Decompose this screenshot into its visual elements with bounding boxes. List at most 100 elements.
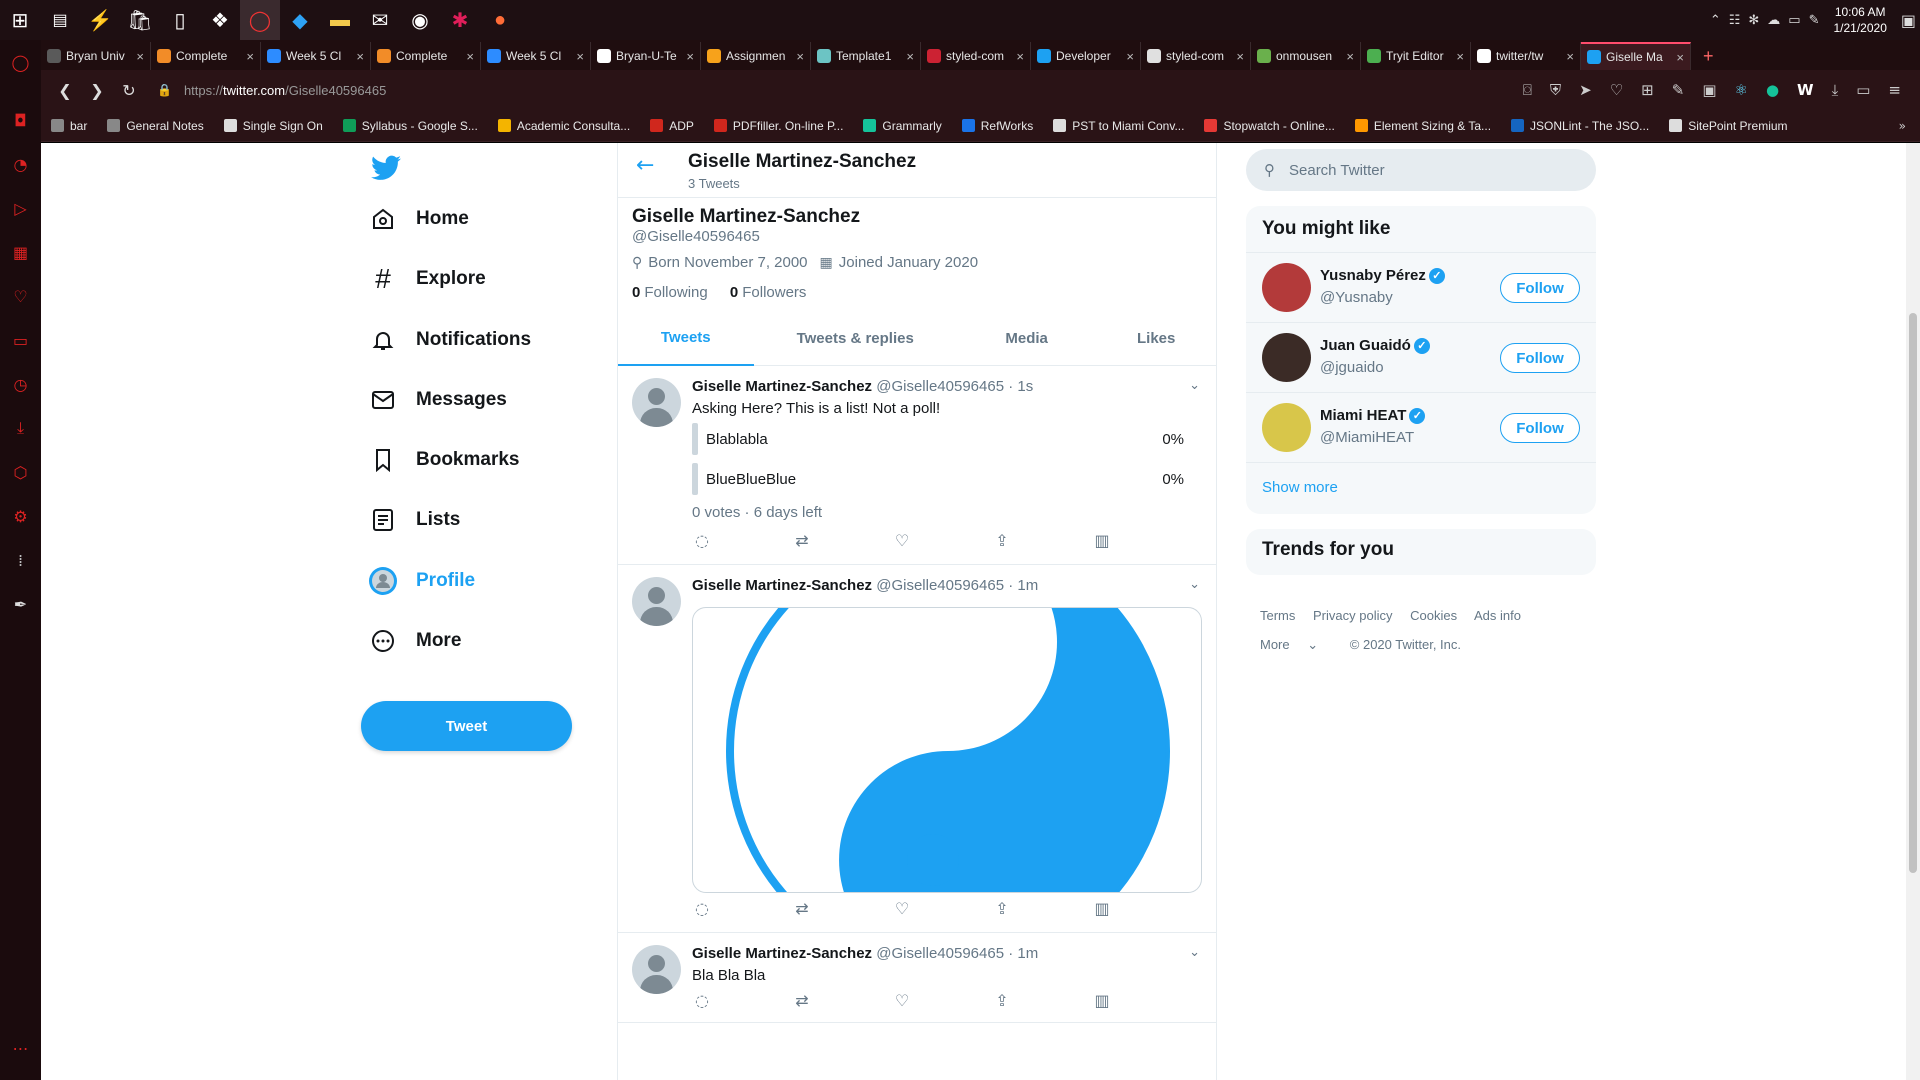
avatar[interactable] <box>632 378 681 427</box>
bookmarks-overflow-icon[interactable]: » <box>1899 119 1906 133</box>
share-icon[interactable]: ⇪ <box>992 531 1012 550</box>
analytics-icon[interactable]: ▥ <box>1092 991 1112 1010</box>
browser-tab[interactable]: Complete × <box>151 42 261 70</box>
tweet-time[interactable]: 1m <box>1017 577 1038 594</box>
retweet-icon[interactable]: ⇄ <box>792 899 812 918</box>
followers-link[interactable]: 0 Followers <box>730 284 807 301</box>
new-tab-icon[interactable]: + <box>1691 42 1726 70</box>
tweet-image[interactable] <box>692 607 1202 893</box>
reply-icon[interactable]: ◌ <box>692 531 712 550</box>
tweet-button[interactable]: Tweet <box>361 701 572 751</box>
poll-option[interactable]: BlueBlueBlue 0% <box>692 463 1194 495</box>
chevron-down-icon[interactable]: ⌄ <box>1189 577 1200 592</box>
tab-likes[interactable]: Likes <box>1096 310 1216 366</box>
bookmark-item[interactable]: SitePoint Premium <box>1669 119 1788 133</box>
slack-icon[interactable]: ✱ <box>440 0 480 40</box>
tweet-author[interactable]: Giselle Martinez-Sanchez <box>692 378 872 395</box>
scrollbar-thumb[interactable] <box>1909 313 1917 873</box>
tab-close-icon[interactable]: × <box>1346 49 1354 64</box>
nav-profile[interactable]: Profile <box>368 557 475 605</box>
avatar[interactable] <box>1262 403 1311 452</box>
browser-tab[interactable]: twitter/tw × <box>1471 42 1581 70</box>
footer-terms[interactable]: Terms <box>1260 608 1295 623</box>
postman-icon[interactable]: ● <box>480 0 520 40</box>
messenger-icon[interactable]: ▭ <box>0 318 41 362</box>
chevron-down-icon[interactable]: ⌄ <box>1189 945 1200 960</box>
mail-icon[interactable]: ✉ <box>360 0 400 40</box>
chevron-down-icon[interactable]: ⌄ <box>1189 378 1200 393</box>
sidebar-setup-icon[interactable]: ⁞ <box>0 538 41 582</box>
history-icon[interactable]: ◷ <box>0 362 41 406</box>
poll-option[interactable]: Blablabla 0% <box>692 423 1194 455</box>
apps-icon[interactable]: ▦ <box>0 230 41 274</box>
bookmark-item[interactable]: JSONLint - The JSO... <box>1511 119 1649 133</box>
bookmark-item[interactable]: Element Sizing & Ta... <box>1354 119 1491 133</box>
tab-media[interactable]: Media <box>957 310 1097 366</box>
nav-notifications[interactable]: Notifications <box>368 316 531 364</box>
search-input[interactable]: Search Twitter <box>1289 162 1385 179</box>
tab-close-icon[interactable]: × <box>796 49 804 64</box>
tab-close-icon[interactable]: × <box>1676 50 1684 65</box>
suggestion-name[interactable]: Miami HEAT ✓ <box>1320 407 1426 425</box>
show-more-link[interactable]: Show more <box>1246 462 1596 514</box>
analytics-icon[interactable]: ▥ <box>1092 531 1112 550</box>
suggestion-item[interactable]: Miami HEAT ✓ @MiamiHEAT Follow <box>1246 392 1596 462</box>
follow-button[interactable]: Follow <box>1500 413 1580 443</box>
tweet-item[interactable]: Giselle Martinez-Sanchez @Giselle4059646… <box>618 933 1216 1023</box>
avatar[interactable] <box>1262 263 1311 312</box>
bookmark-item[interactable]: General Notes <box>107 119 204 133</box>
opera-menu-icon[interactable]: ◯ <box>0 40 41 84</box>
tab-close-icon[interactable]: × <box>1456 49 1464 64</box>
vpn-icon[interactable]: ✎ <box>1672 81 1685 99</box>
extension-puzzle-icon[interactable]: ⊞ <box>1641 81 1654 99</box>
speed-dial-icon[interactable]: ◔ <box>0 142 41 186</box>
browser-tab[interactable]: onmousen × <box>1251 42 1361 70</box>
favorites-icon[interactable]: ♡ <box>0 274 41 318</box>
nav-bookmarks[interactable]: Bookmarks <box>368 436 520 484</box>
retweet-icon[interactable]: ⇄ <box>792 531 812 550</box>
like-icon[interactable]: ♡ <box>892 991 912 1010</box>
suggestion-item[interactable]: Yusnaby Pérez ✓ @Yusnaby Follow <box>1246 252 1596 322</box>
nav-explore[interactable]: # Explore <box>368 255 486 303</box>
footer-ads-info[interactable]: Ads info <box>1474 608 1521 623</box>
file-icon[interactable]: ▯ <box>160 0 200 40</box>
browser-tab[interactable]: Week 5 Cl × <box>481 42 591 70</box>
bookmark-item[interactable]: bar <box>51 119 87 133</box>
reload-icon[interactable]: ↻ <box>113 81 145 100</box>
avatar[interactable] <box>632 577 681 626</box>
gamepad-icon[interactable]: ◘ <box>0 98 41 142</box>
settings-icon[interactable]: ✻ <box>1748 13 1759 28</box>
tab-close-icon[interactable]: × <box>1566 49 1574 64</box>
suggestion-item[interactable]: Juan Guaidó ✓ @jguaido Follow <box>1246 322 1596 392</box>
send-icon[interactable]: ➤ <box>1579 81 1592 99</box>
camera-icon[interactable]: ⌼ <box>1523 81 1532 99</box>
windows-start-icon[interactable]: ⊞ <box>0 0 40 40</box>
like-icon[interactable]: ♡ <box>892 531 912 550</box>
feather-icon[interactable]: ✒ <box>0 582 41 626</box>
battery-icon[interactable]: ▭ <box>1788 13 1800 28</box>
extensions-icon[interactable]: ⬡ <box>0 450 41 494</box>
cloud-icon[interactable]: ☁ <box>1767 13 1780 28</box>
follow-button[interactable]: Follow <box>1500 273 1580 303</box>
page-scrollbar[interactable] <box>1906 143 1920 1080</box>
browser-tab[interactable]: Giselle Ma × <box>1581 42 1691 70</box>
nav-more[interactable]: More <box>368 617 461 665</box>
settings-gear-icon[interactable]: ⚙ <box>0 494 41 538</box>
game-icon[interactable]: ◉ <box>400 0 440 40</box>
download-icon[interactable]: ⤓ <box>1832 81 1839 99</box>
bookmark-item[interactable]: Grammarly <box>863 119 942 133</box>
browser-tab[interactable]: Developer × <box>1031 42 1141 70</box>
follow-button[interactable]: Follow <box>1500 343 1580 373</box>
browser-tab[interactable]: Template1 × <box>811 42 921 70</box>
tab-close-icon[interactable]: × <box>246 49 254 64</box>
clock[interactable]: 10:06 AM 1/21/2020 <box>1833 4 1886 36</box>
heart-icon[interactable]: ♡ <box>1610 81 1623 99</box>
tweet-time[interactable]: 1m <box>1017 945 1038 962</box>
grammarly-icon[interactable]: ● <box>1766 81 1779 99</box>
store-icon[interactable]: 🛍 <box>120 0 160 40</box>
nav-home[interactable]: Home <box>368 195 469 243</box>
browser-tab[interactable]: Tryit Editor × <box>1361 42 1471 70</box>
browser-tab[interactable]: Bryan-U-Te × <box>591 42 701 70</box>
avatar[interactable] <box>632 945 681 994</box>
vscode-icon[interactable]: ◆ <box>280 0 320 40</box>
